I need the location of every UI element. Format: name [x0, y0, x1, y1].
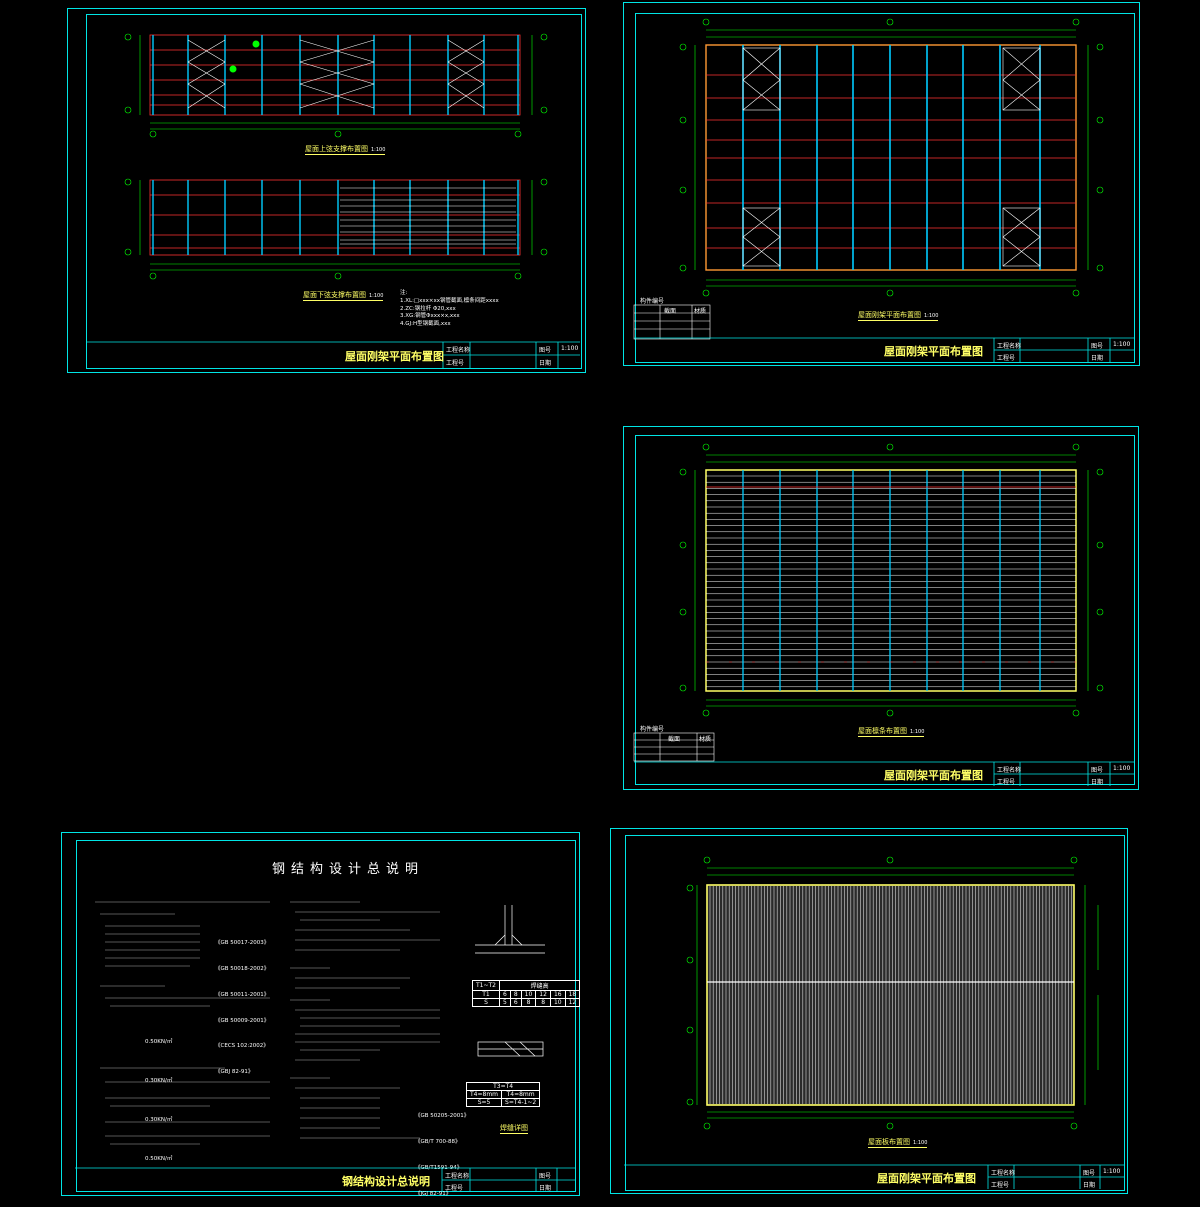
sheet-5-title: 屋面刚架平面布置图: [877, 1172, 976, 1185]
tb-scale: 1:100: [1103, 1168, 1121, 1175]
tb-label: 图号: [1083, 1170, 1096, 1177]
tb-label: 工程名称: [991, 1170, 1016, 1177]
tb-label: 日期: [1083, 1182, 1096, 1189]
sheet-5-drawing: [624, 856, 1124, 1189]
tb-label: 工程号: [991, 1182, 1010, 1189]
sheet-5-caption: 屋面板布置图 1:100: [868, 1138, 928, 1148]
